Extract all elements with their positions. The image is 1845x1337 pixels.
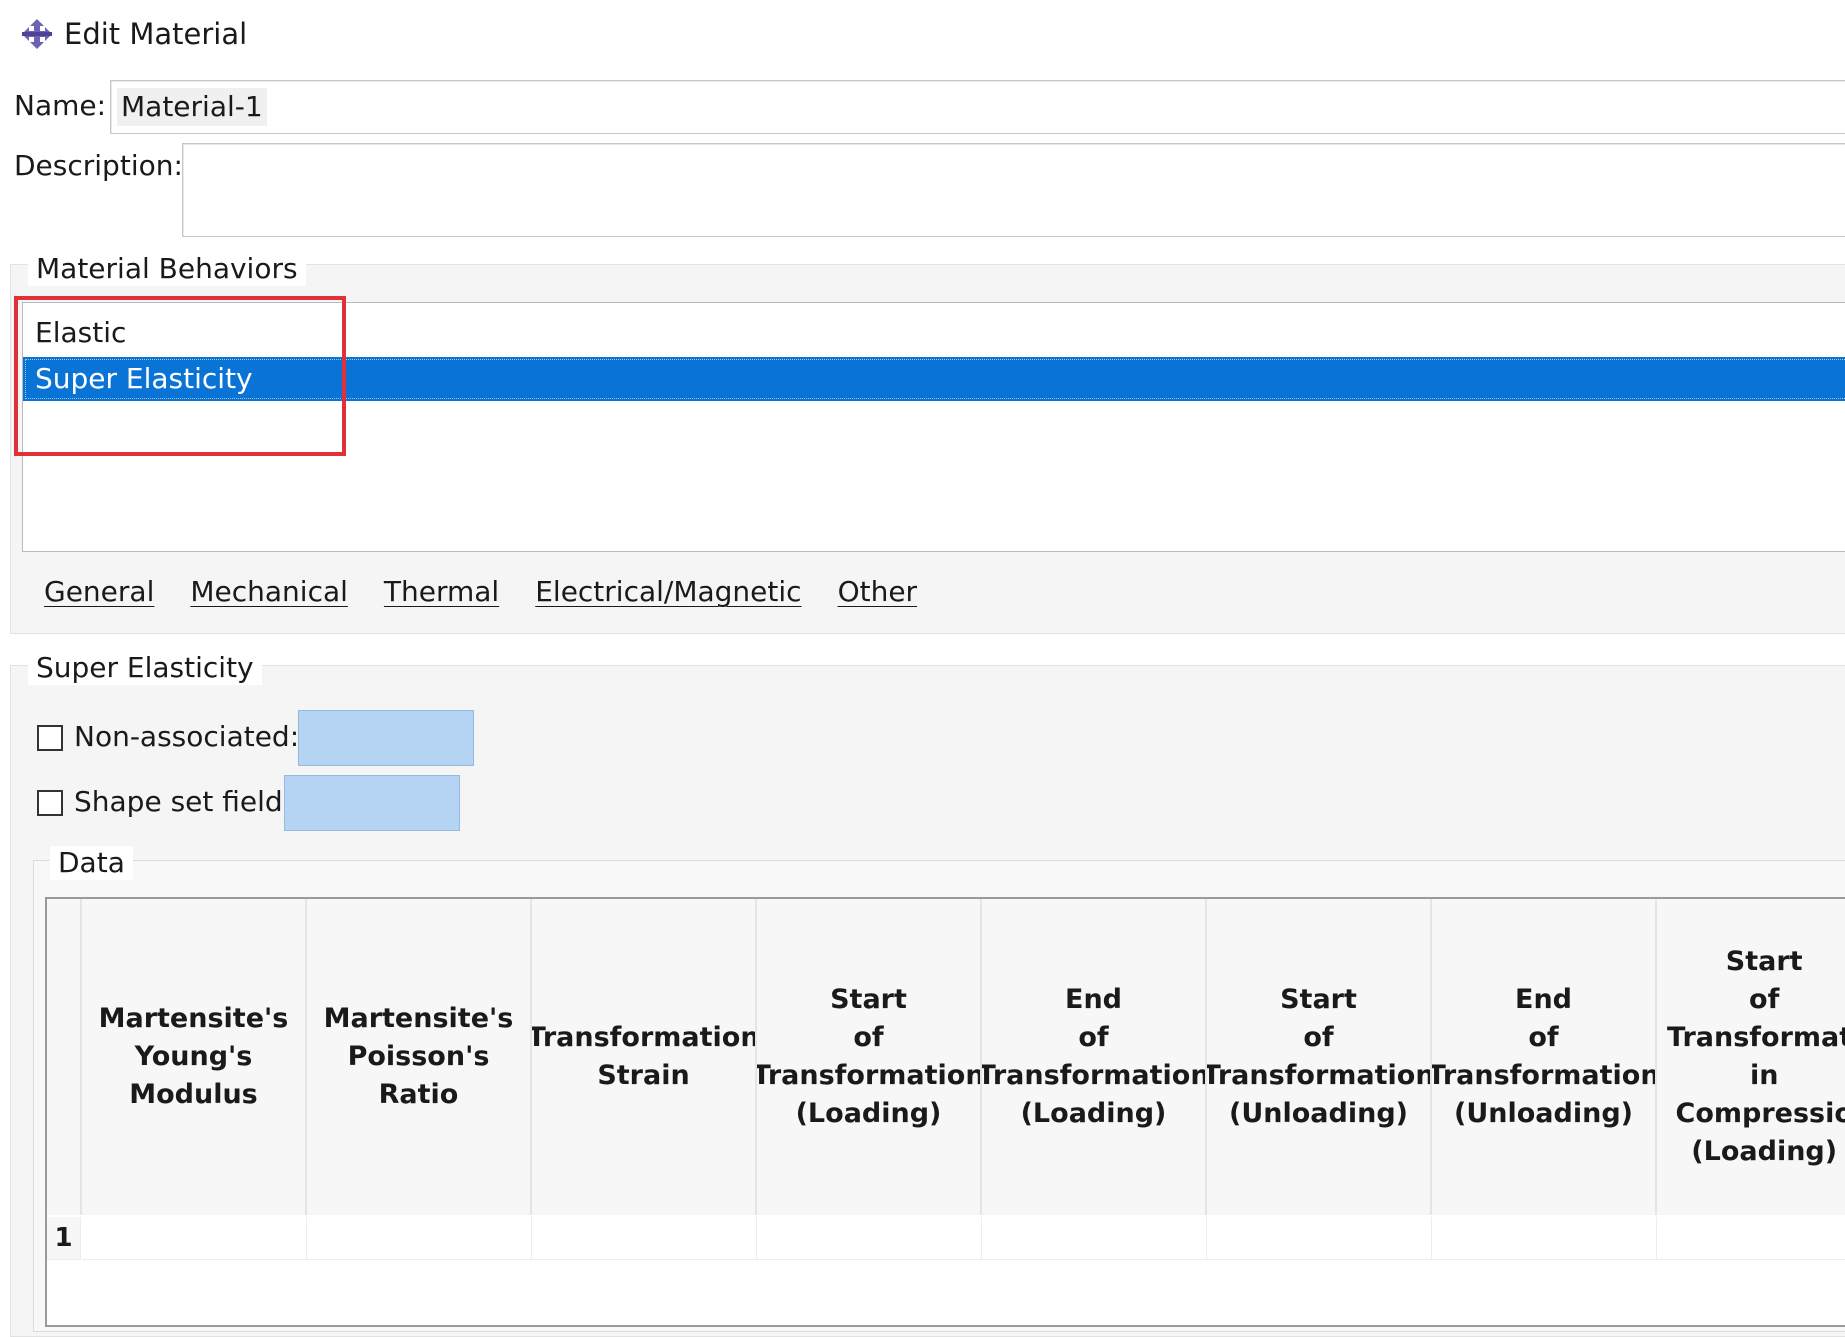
row-number: 1 bbox=[47, 1217, 81, 1260]
column-header-text: Start of Transformation (Loading) bbox=[757, 984, 982, 1129]
shape-set-field-checkbox[interactable] bbox=[37, 790, 63, 816]
table-cell[interactable] bbox=[1657, 1217, 1845, 1260]
menu-electrical-magnetic[interactable]: Electrical/Magnetic bbox=[535, 572, 801, 612]
table-cell[interactable] bbox=[982, 1217, 1207, 1260]
column-header-text: End of Transformation (Unloading) bbox=[1432, 984, 1657, 1129]
non-associated-field[interactable] bbox=[298, 710, 474, 766]
cross-arrows-icon bbox=[22, 19, 52, 49]
column-header-text: Start of Transformation (Unloading) bbox=[1207, 984, 1432, 1129]
column-header-text: Martensite's Young's Modulus bbox=[98, 1003, 289, 1110]
window-title-bar: Edit Material bbox=[20, 14, 247, 54]
column-header[interactable]: Start of Transformation (Unloading) bbox=[1207, 899, 1432, 1215]
shape-set-field-label: Shape set field: bbox=[74, 785, 293, 818]
name-value: Material-1 bbox=[117, 88, 267, 126]
column-header[interactable]: End of Transformation (Unloading) bbox=[1432, 899, 1657, 1215]
window-title: Edit Material bbox=[64, 17, 248, 51]
column-header-text: Start of Transformati in Compressio (Loa… bbox=[1667, 946, 1845, 1167]
description-label: Description: bbox=[14, 149, 183, 182]
non-associated-label: Non-associated: bbox=[74, 720, 300, 753]
menu-mechanical[interactable]: Mechanical bbox=[190, 572, 348, 612]
column-header[interactable]: Transformation Strain bbox=[532, 899, 757, 1215]
material-behaviors-label: Material Behaviors bbox=[28, 252, 306, 286]
table-cell[interactable] bbox=[82, 1217, 307, 1260]
menu-general[interactable]: General bbox=[44, 572, 154, 612]
column-header-text: Martensite's Poisson's Ratio bbox=[323, 1003, 514, 1110]
name-field[interactable]: Material-1 bbox=[110, 80, 1845, 134]
column-header[interactable]: Start of Transformation (Loading) bbox=[757, 899, 982, 1215]
description-field[interactable] bbox=[182, 143, 1845, 237]
table-cell[interactable] bbox=[1207, 1217, 1432, 1260]
column-header-text: Transformation Strain bbox=[532, 1022, 757, 1091]
table-cell[interactable] bbox=[532, 1217, 757, 1260]
behavior-menu-bar: General Mechanical Thermal Electrical/Ma… bbox=[44, 572, 917, 612]
shape-set-field-input[interactable] bbox=[284, 775, 460, 831]
non-associated-checkbox[interactable] bbox=[37, 725, 63, 751]
menu-other[interactable]: Other bbox=[838, 572, 918, 612]
column-header[interactable]: Start of Transformati in Compressio (Loa… bbox=[1657, 899, 1845, 1215]
column-header[interactable]: Martensite's Poisson's Ratio bbox=[307, 899, 532, 1215]
table-cell[interactable] bbox=[1432, 1217, 1657, 1260]
table-cell[interactable] bbox=[757, 1217, 982, 1260]
column-header[interactable]: End of Transformation (Loading) bbox=[982, 899, 1207, 1215]
highlight-annotation bbox=[14, 296, 346, 456]
column-header[interactable]: Martensite's Young's Modulus bbox=[82, 899, 307, 1215]
data-label: Data bbox=[50, 846, 133, 880]
name-label: Name: bbox=[14, 89, 107, 122]
row-header-corner bbox=[47, 899, 82, 1215]
table-cell[interactable] bbox=[307, 1217, 532, 1260]
data-table[interactable]: Martensite's Young's Modulus Martensite'… bbox=[45, 897, 1845, 1327]
menu-thermal[interactable]: Thermal bbox=[384, 572, 499, 612]
column-header-text: End of Transformation (Loading) bbox=[982, 984, 1207, 1129]
super-elasticity-label: Super Elasticity bbox=[28, 651, 262, 685]
